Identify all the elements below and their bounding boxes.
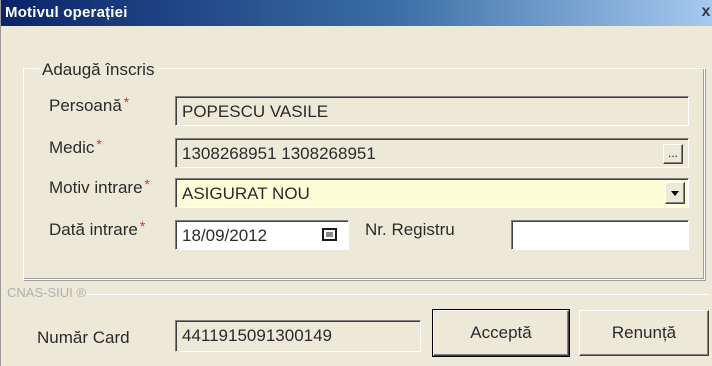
medic-browse-button[interactable]: ... xyxy=(663,144,683,164)
persoana-label-text: Persoană xyxy=(49,96,122,115)
required-marker: * xyxy=(139,218,146,234)
numar-card-label: Număr Card xyxy=(37,328,130,347)
data-label-text: Dată intrare xyxy=(49,220,138,239)
data-label: Dată intrare * xyxy=(49,218,146,240)
persoana-field[interactable]: POPESCU VASILE xyxy=(175,96,689,126)
motiv-dropdown-button[interactable] xyxy=(665,182,685,204)
calendar-glyph xyxy=(322,228,337,241)
motiv-label: Motiv intrare * xyxy=(49,176,150,198)
medic-label-text: Medic xyxy=(49,138,95,157)
close-icon[interactable]: x xyxy=(699,3,712,21)
cnas-siui-label: CNAS-SIUI ® xyxy=(7,285,86,300)
calendar-icon[interactable] xyxy=(319,224,341,246)
numar-card-field[interactable]: 4411915091300149 xyxy=(175,320,421,352)
required-marker: * xyxy=(96,136,102,152)
chevron-down-icon xyxy=(671,191,679,196)
required-marker: * xyxy=(123,94,130,110)
data-intrare-value: 18/09/2012 xyxy=(182,226,268,245)
motiv-value: ASIGURAT NOU xyxy=(182,184,310,203)
medic-value: 1308268951 1308268951 xyxy=(182,144,376,163)
persoana-label: Persoană * xyxy=(49,94,130,116)
registru-field[interactable] xyxy=(511,220,689,250)
medic-field[interactable]: 1308268951 1308268951 xyxy=(175,138,689,168)
registru-label: Nr. Registru xyxy=(365,220,455,239)
group-legend: Adaugă înscris xyxy=(39,60,158,80)
dialog-window: Motivul operației x Adaugă înscris Perso… xyxy=(0,0,712,366)
title-bar[interactable]: Motivul operației x xyxy=(1,0,712,26)
window-title: Motivul operației xyxy=(5,4,128,21)
required-marker: * xyxy=(144,176,150,192)
accept-button[interactable]: Acceptă xyxy=(432,309,570,357)
motiv-select[interactable]: ASIGURAT NOU xyxy=(175,178,689,208)
medic-label: Medic * xyxy=(49,136,102,158)
dialog-content: Adaugă înscris Persoană * POPESCU VASILE … xyxy=(1,26,712,366)
motiv-label-text: Motiv intrare xyxy=(49,178,143,197)
cnas-separator xyxy=(87,294,709,295)
cancel-button[interactable]: Renunță xyxy=(579,310,709,356)
